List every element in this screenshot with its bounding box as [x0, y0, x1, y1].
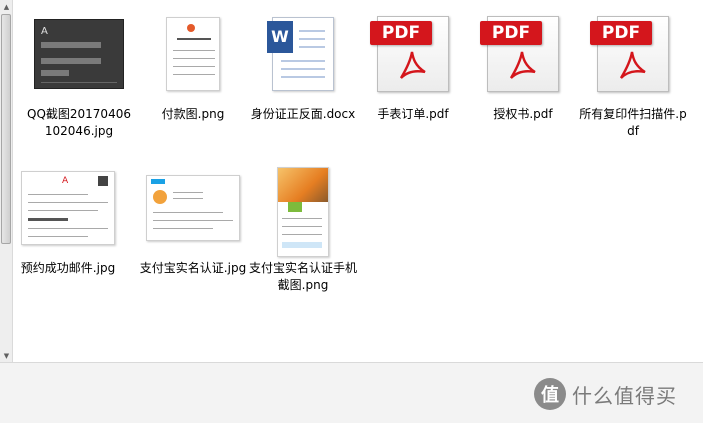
- image-thumbnail: [138, 168, 248, 248]
- scrollbar-thumb[interactable]: [1, 14, 11, 244]
- pdf-banner: PDF: [370, 21, 432, 45]
- pdf-banner: PDF: [590, 21, 652, 45]
- scroll-down-arrow-icon[interactable]: ▼: [0, 349, 13, 362]
- image-thumbnail: [138, 14, 248, 94]
- file-name: 预约成功邮件.jpg: [20, 261, 116, 275]
- acrobat-logo-icon: [509, 51, 536, 79]
- scroll-up-arrow-icon[interactable]: ▲: [0, 0, 13, 13]
- file-name: 授权书.pdf: [493, 107, 553, 121]
- file-name: 支付宝实名认证.jpg: [139, 261, 247, 275]
- acrobat-logo-icon: [619, 51, 646, 79]
- file-name: 身份证正反面.docx: [250, 107, 356, 121]
- word-badge: W: [267, 21, 293, 53]
- file-name: 所有复印件扫描件.pdf: [579, 107, 687, 138]
- file-name: 付款图.png: [161, 107, 225, 121]
- watermark-logo-icon: 值: [534, 378, 566, 410]
- watermark: 值 什么值得买: [534, 377, 677, 411]
- file-name: 支付宝实名认证手机截图.png: [248, 261, 357, 292]
- image-thumbnail: A: [24, 14, 134, 94]
- word-document-icon: W: [248, 14, 358, 94]
- pdf-banner: PDF: [480, 21, 542, 45]
- file-name: QQ截图20170406102046.jpg: [27, 107, 131, 138]
- pdf-icon: PDF: [578, 14, 688, 94]
- vertical-scrollbar[interactable]: ▲ ▼: [0, 0, 13, 362]
- file-list-pane: A QQ截图20170406102046.jpg 付款图.png W 身份证正反…: [13, 0, 703, 362]
- watermark-text: 什么值得买: [572, 383, 677, 408]
- acrobat-logo-icon: [399, 51, 426, 79]
- pdf-icon: PDF: [358, 14, 468, 94]
- image-thumbnail: [248, 167, 358, 257]
- pdf-icon: PDF: [468, 14, 578, 94]
- file-name: 手表订单.pdf: [377, 107, 449, 121]
- image-thumbnail: A: [13, 168, 123, 248]
